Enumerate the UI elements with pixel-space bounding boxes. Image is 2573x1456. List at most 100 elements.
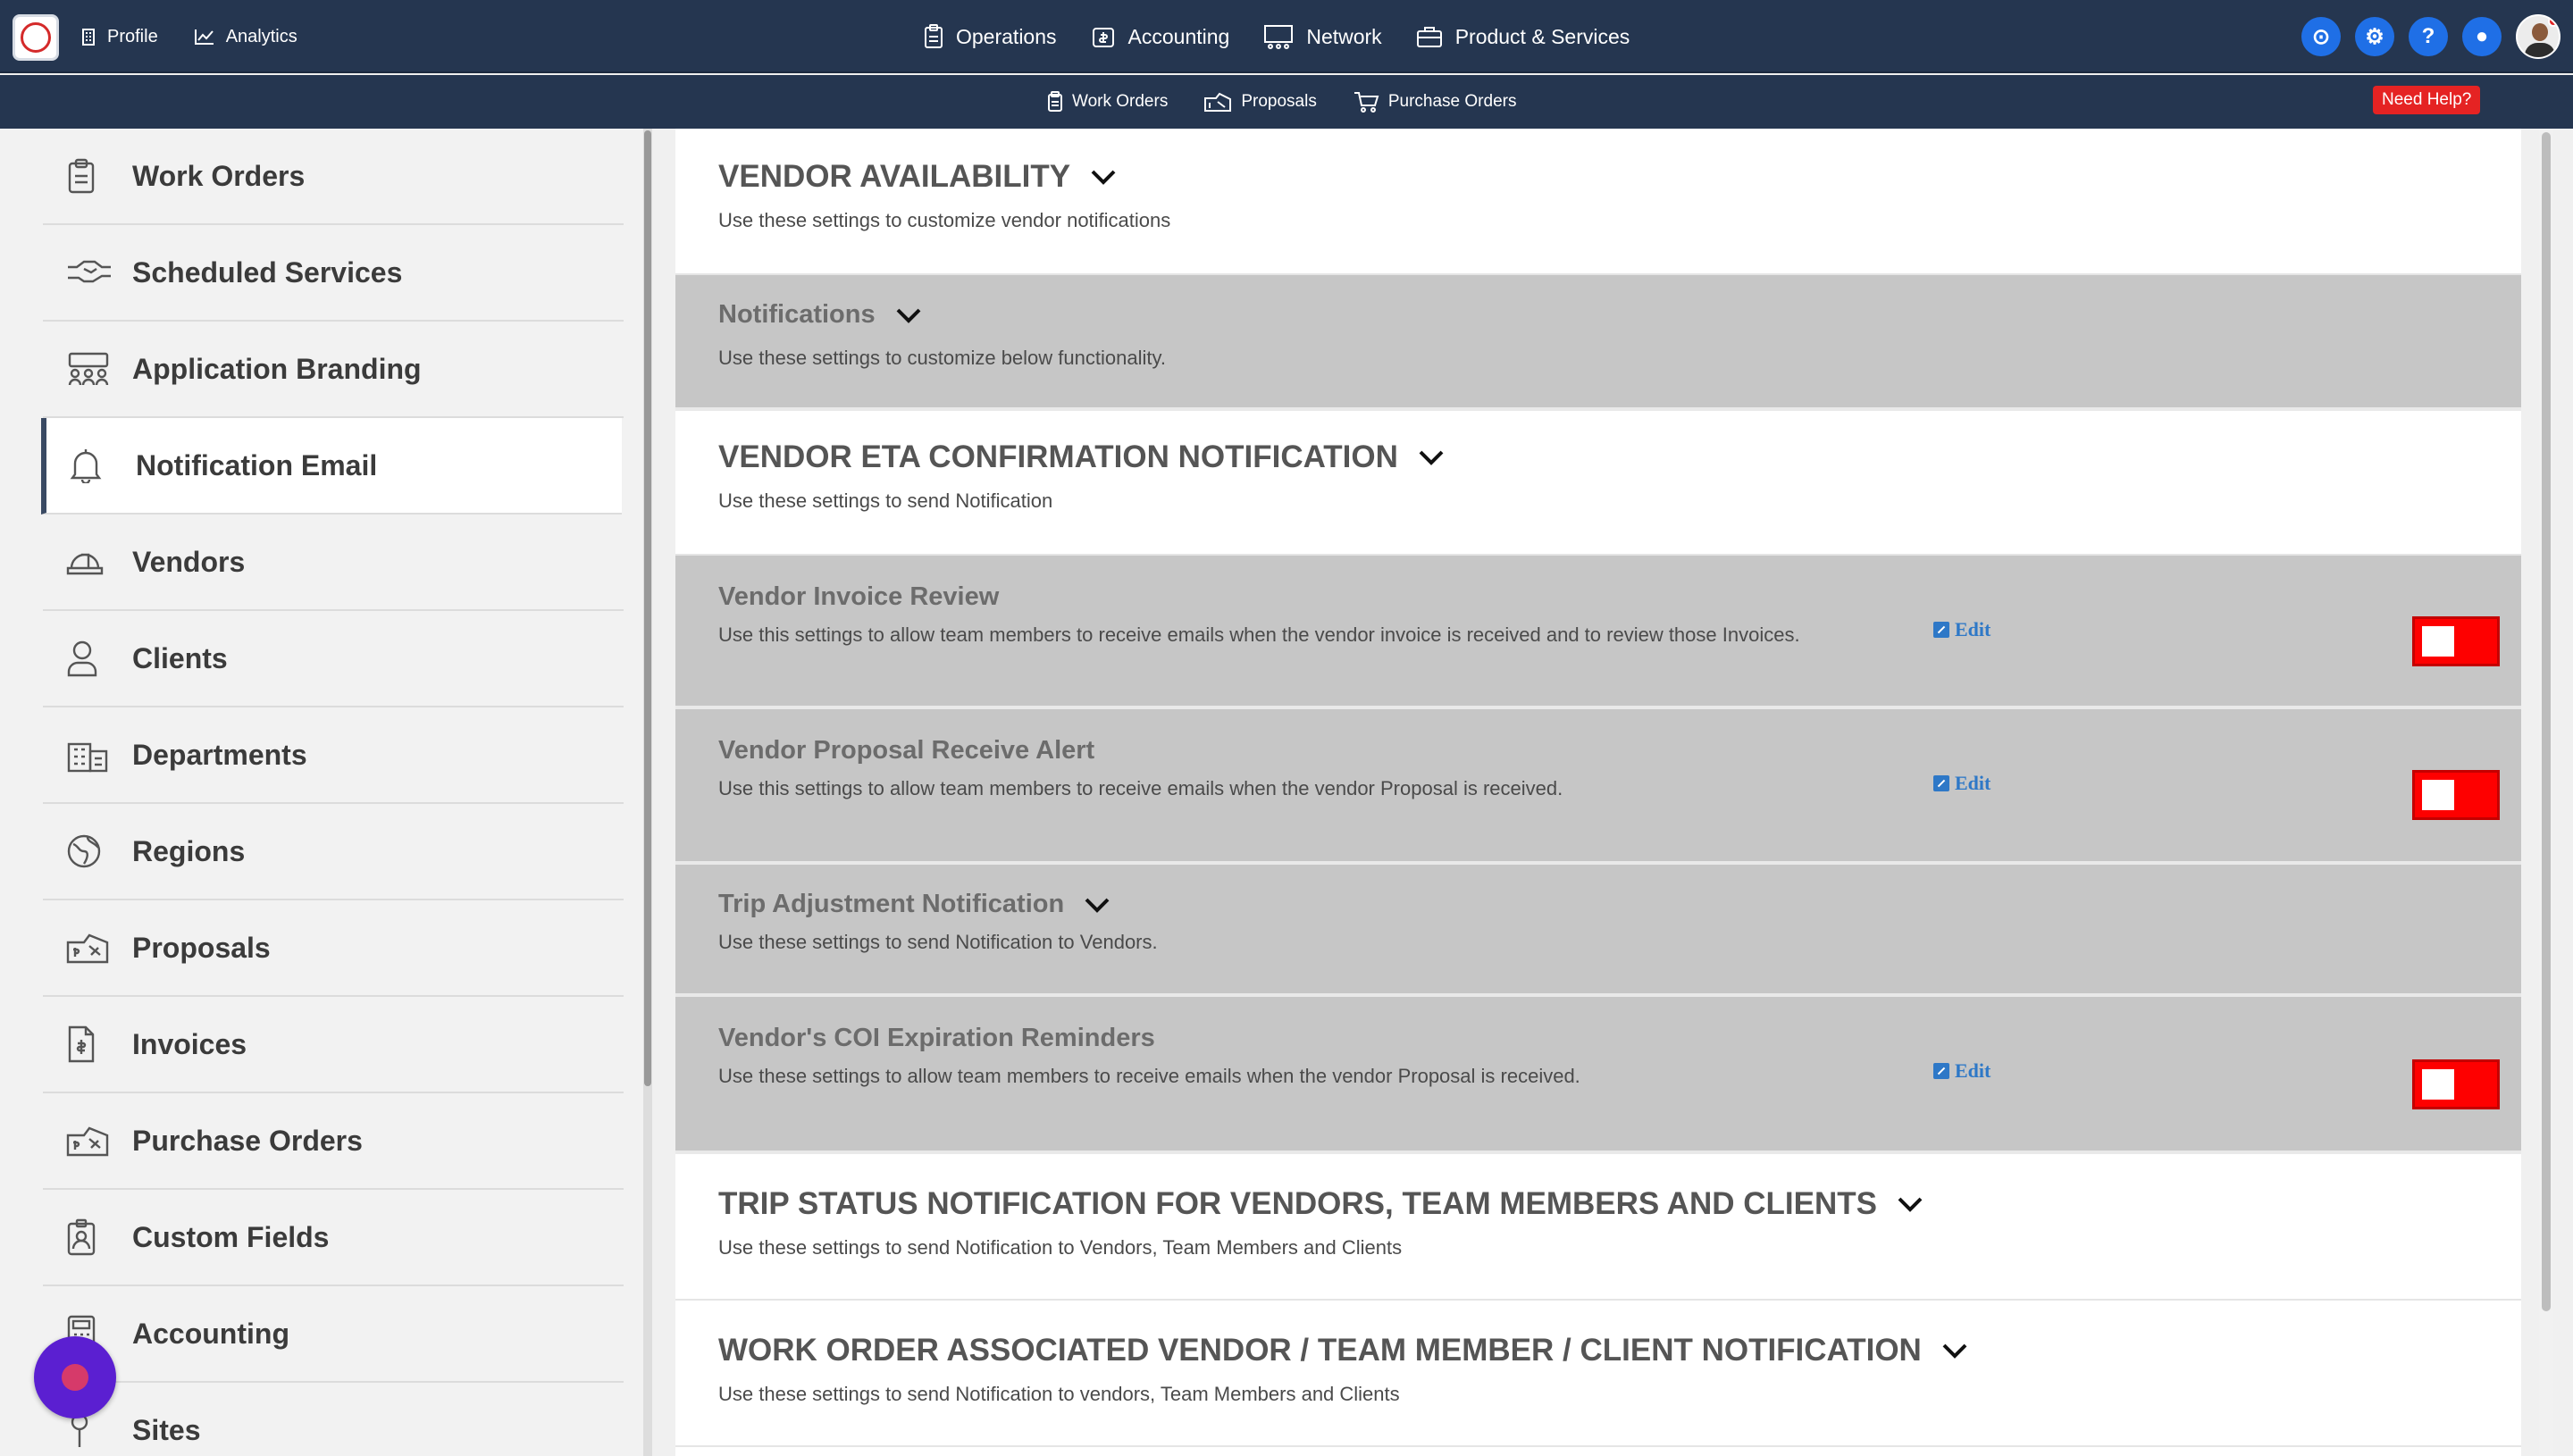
sidebar-item-label: Proposals — [132, 931, 271, 964]
section-header: Vendor Invoice Review — [718, 582, 999, 612]
settings-content: VENDOR AVAILABILITY Use these settings t… — [675, 129, 2521, 1456]
proposal-icon — [66, 932, 120, 964]
section-header[interactable]: TRIP STATUS NOTIFICATION FOR VENDORS, TE… — [718, 1186, 1923, 1222]
subnav-work-orders-label: Work Orders — [1072, 92, 1169, 111]
cart-icon — [1354, 92, 1379, 113]
section-vendor-proposal-receive-alert: Vendor Proposal Receive Alert Use this s… — [675, 709, 2521, 865]
sidebar-item-label: Departments — [132, 738, 307, 771]
edit-link[interactable]: Edit — [1933, 772, 1991, 795]
top-right-actions: ⊙ ⚙ ? ● — [2301, 0, 2560, 73]
floating-chat-button[interactable] — [34, 1336, 116, 1418]
section-title: Vendor's COI Expiration Reminders — [718, 1024, 1155, 1052]
toggle-knob — [2422, 1069, 2454, 1100]
building-icon — [82, 29, 95, 46]
gear-icon[interactable]: ⚙ — [2355, 17, 2394, 56]
nav-profile[interactable]: Profile — [80, 27, 158, 47]
proposal-icon — [1204, 92, 1232, 112]
sidebar-item-label: Invoices — [132, 1027, 247, 1060]
need-help-button[interactable]: Need Help? — [2373, 86, 2481, 114]
chevron-down-icon[interactable] — [1090, 168, 1117, 186]
edit-link[interactable]: Edit — [1933, 618, 1991, 641]
section-description: Use these settings to allow team members… — [718, 1065, 1580, 1087]
edit-icon — [1933, 1063, 1949, 1079]
toggle-knob — [2422, 626, 2454, 657]
nav-product-services[interactable]: Product & Services — [1416, 25, 1630, 49]
network-icon — [1264, 25, 1294, 49]
sidebar-item-label: Work Orders — [132, 159, 306, 192]
sidebar-item-scheduled-services[interactable]: Scheduled Services — [43, 225, 624, 322]
section-header: Vendor Proposal Receive Alert — [718, 736, 1094, 766]
sidebar-item-application-branding[interactable]: Application Branding — [43, 322, 624, 418]
nav-network[interactable]: Network — [1263, 24, 1382, 49]
chevron-down-icon[interactable] — [1084, 896, 1110, 914]
section-vendor-availability: VENDOR AVAILABILITY Use these settings t… — [675, 129, 2521, 275]
sidebar-item-invoices[interactable]: Invoices — [43, 997, 624, 1093]
id-badge-icon — [66, 1218, 120, 1256]
notification-toggle[interactable] — [2412, 1059, 2500, 1109]
notification-toggle[interactable] — [2412, 770, 2500, 820]
sidebar-scrollbar[interactable] — [643, 129, 652, 1456]
sidebar-item-clients[interactable]: Clients — [43, 611, 624, 707]
section-trip-adjustment: Trip Adjustment Notification Use these s… — [675, 865, 2521, 997]
sidebar-item-notification-email[interactable]: Notification Email — [41, 418, 622, 515]
sidebar-item-sites[interactable]: Sites — [43, 1383, 624, 1456]
subnav-purchase-orders[interactable]: Purchase Orders — [1353, 90, 1516, 113]
nav-profile-label: Profile — [107, 26, 158, 46]
section-header[interactable]: VENDOR AVAILABILITY — [718, 159, 1117, 195]
section-notifications: Notifications Use these settings to cust… — [675, 275, 2521, 411]
nav-analytics[interactable]: Analytics — [194, 27, 298, 47]
nav-analytics-label: Analytics — [225, 26, 298, 46]
clipboard-icon — [66, 158, 120, 194]
chart-line-icon — [194, 29, 214, 45]
subnav-proposals-label: Proposals — [1241, 92, 1317, 111]
section-header[interactable]: WORK ORDER ASSOCIATED VENDOR / TEAM MEMB… — [718, 1333, 1968, 1368]
sidebar-item-label: Vendors — [132, 545, 246, 578]
section-description: Use these settings to customize below fu… — [718, 347, 1166, 369]
section-header[interactable]: Notifications — [718, 300, 922, 330]
chat-icon[interactable]: ● — [2462, 17, 2502, 56]
edit-icon — [1933, 775, 1949, 791]
user-icon — [66, 640, 120, 677]
help-icon[interactable]: ? — [2409, 17, 2448, 56]
section-header[interactable]: VENDOR ETA CONFIRMATION NOTIFICATION — [718, 439, 1445, 475]
chevron-down-icon[interactable] — [1418, 448, 1445, 466]
toggle-knob — [2422, 780, 2454, 810]
section-description: Use these settings to send Notification — [718, 490, 1053, 512]
sidebar-item-proposals[interactable]: Proposals — [43, 900, 624, 997]
section-title: Vendor Invoice Review — [718, 582, 1000, 611]
sidebar-item-label: Application Branding — [132, 352, 422, 385]
edit-link[interactable]: Edit — [1933, 1059, 1991, 1083]
sidebar-item-vendors[interactable]: Vendors — [43, 515, 624, 611]
sidebar-item-label: Regions — [132, 834, 246, 867]
section-work-order-associated: WORK ORDER ASSOCIATED VENDOR / TEAM MEMB… — [675, 1301, 2521, 1447]
section-description: Use these settings to send Notification … — [718, 931, 1158, 953]
sidebar-item-custom-fields[interactable]: Custom Fields — [43, 1190, 624, 1286]
sidebar-item-purchase-orders[interactable]: Purchase Orders — [43, 1093, 624, 1190]
dashboard-icon[interactable]: ⊙ — [2301, 17, 2341, 56]
section-header[interactable]: Trip Adjustment Notification — [718, 890, 1110, 919]
section-title: Trip Adjustment Notification — [718, 890, 1065, 918]
app-logo[interactable] — [13, 14, 59, 61]
sidebar-item-departments[interactable]: Departments — [43, 707, 624, 804]
nav-operations[interactable]: Operations — [924, 24, 1057, 49]
user-avatar[interactable] — [2516, 14, 2560, 59]
sub-nav: Work Orders Proposals Purchase Orders — [1047, 75, 1516, 129]
chevron-down-icon[interactable] — [1897, 1195, 1923, 1213]
notification-toggle[interactable] — [2412, 616, 2500, 666]
sidebar-item-accounting[interactable]: Accounting — [43, 1286, 624, 1383]
section-vendor-eta-confirmation: VENDOR ETA CONFIRMATION NOTIFICATION Use… — [675, 411, 2521, 556]
clipboard-icon — [925, 24, 943, 48]
nav-accounting-label: Accounting — [1127, 24, 1230, 48]
sidebar-item-label: Purchase Orders — [132, 1124, 363, 1157]
chevron-down-icon[interactable] — [1941, 1342, 1968, 1360]
nav-accounting[interactable]: Accounting — [1091, 24, 1230, 49]
sidebar-item-regions[interactable]: Regions — [43, 804, 624, 900]
sidebar-item-work-orders[interactable]: Work Orders — [43, 129, 624, 225]
nav-network-label: Network — [1306, 24, 1382, 48]
content-scrollbar[interactable] — [2539, 129, 2553, 1456]
sidebar-item-label: Notification Email — [136, 448, 378, 481]
chevron-down-icon[interactable] — [895, 306, 922, 324]
hard-hat-icon — [66, 547, 120, 577]
subnav-proposals[interactable]: Proposals — [1203, 91, 1317, 113]
subnav-work-orders[interactable]: Work Orders — [1047, 91, 1168, 113]
